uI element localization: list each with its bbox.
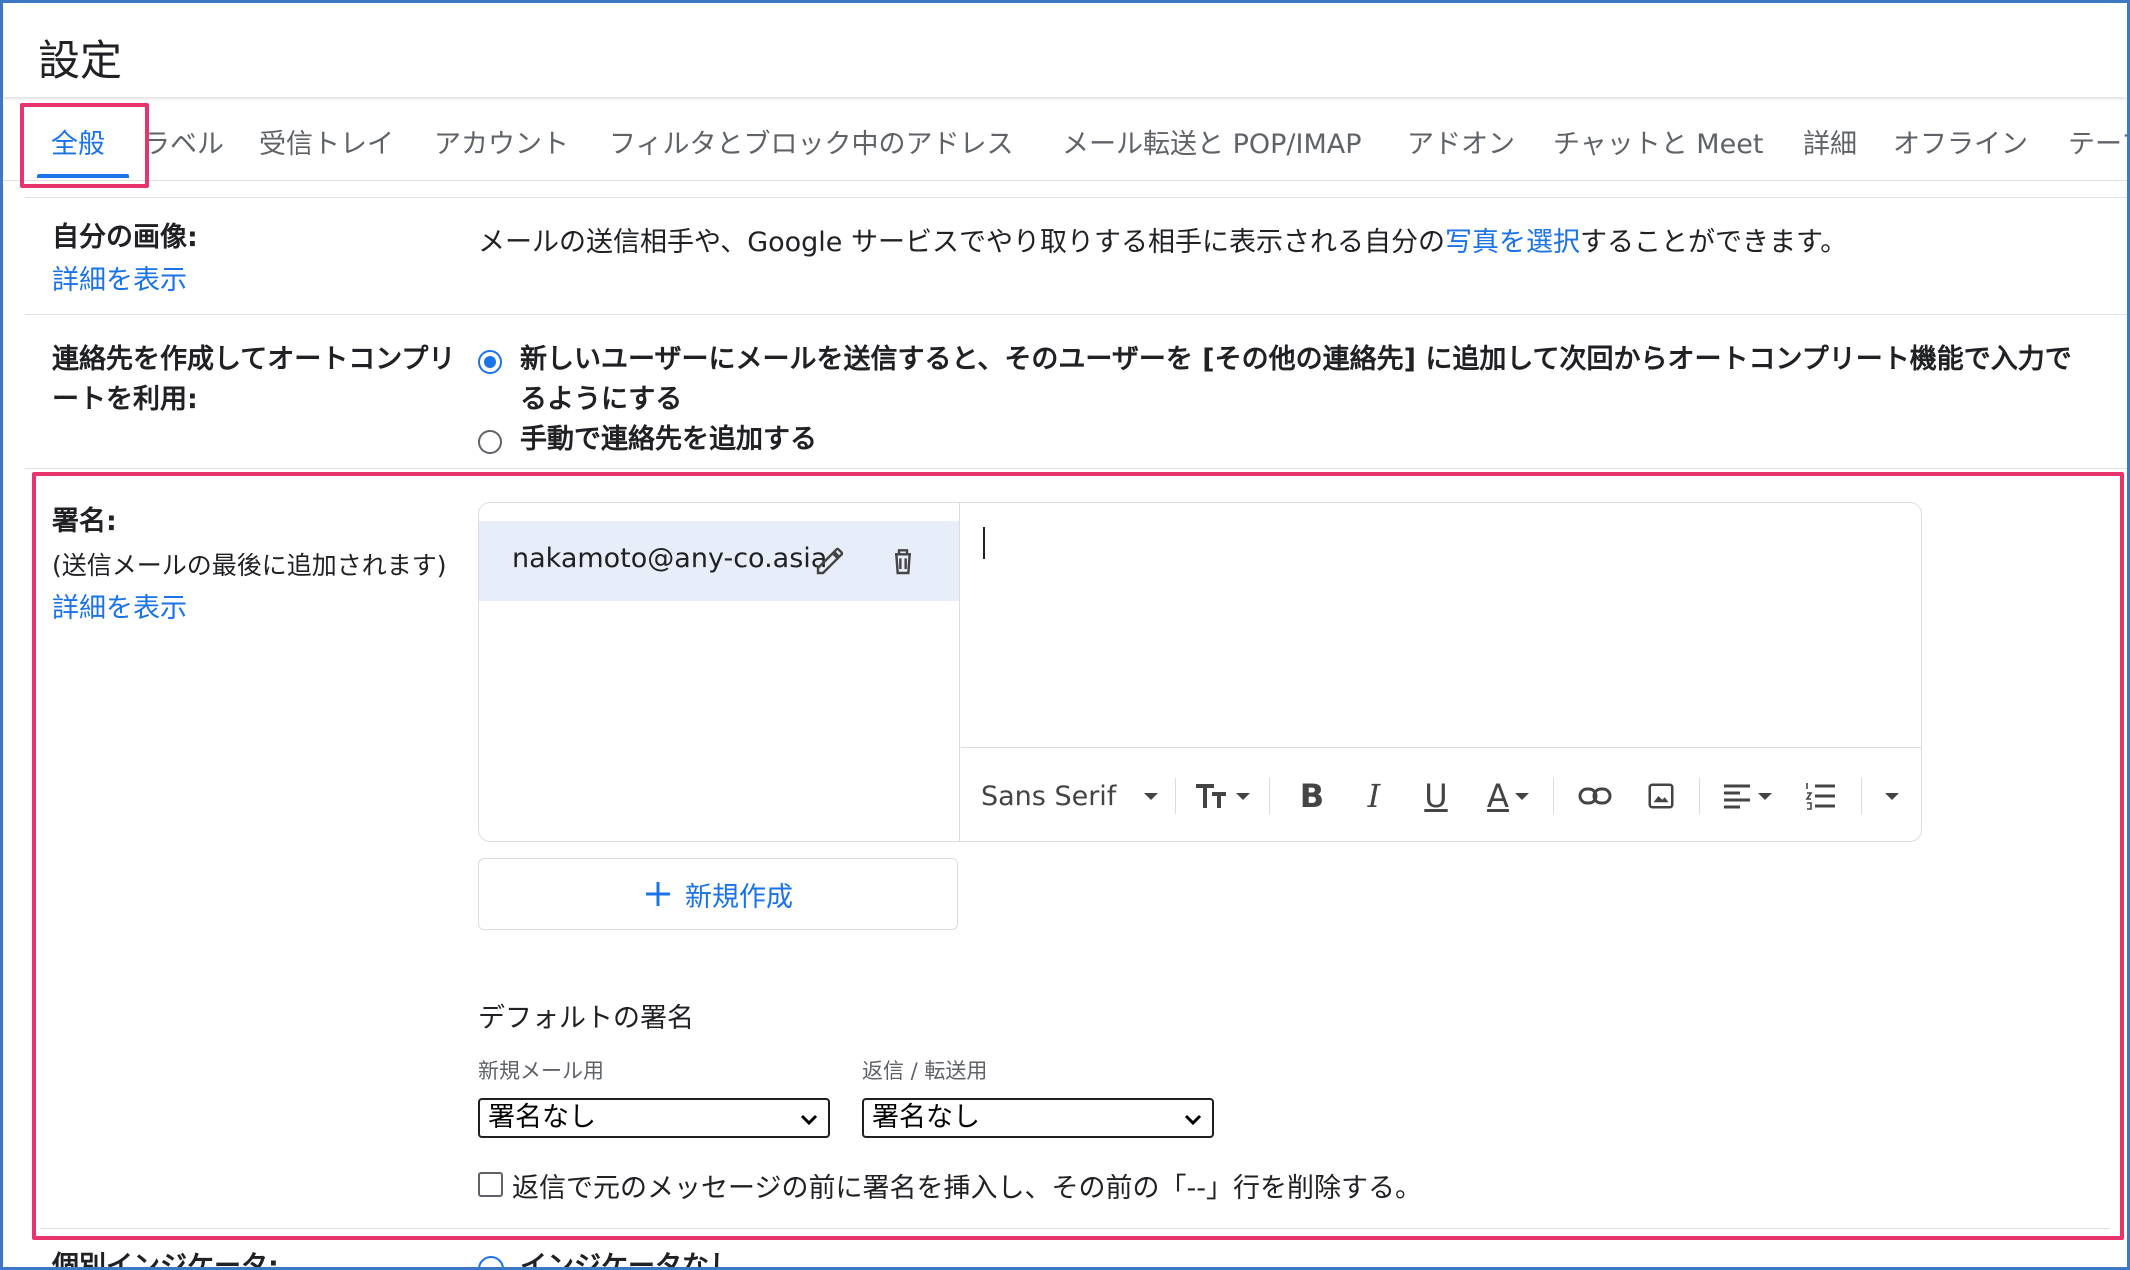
tab-forwarding[interactable]: メール転送と POP/IMAP (1062, 122, 1362, 161)
tab-addons[interactable]: アドオン (1407, 122, 1515, 161)
my-picture-desc-text-after: することができます。 (1579, 227, 1848, 258)
section-divider (25, 468, 2127, 469)
autocomplete-manual-radio[interactable] (478, 430, 502, 454)
my-picture-more-link[interactable]: 詳細を表示 (52, 258, 187, 297)
autocomplete-label-line1: 連絡先を作成してオートコンプリ (52, 344, 456, 375)
tabs-divider (3, 180, 2127, 181)
indicator-label: 個別インジケータ: (52, 1251, 279, 1270)
my-picture-label: 自分の画像: (52, 222, 198, 253)
signature-highlight-box (32, 472, 2124, 1240)
autocomplete-auto-label-line2: るようにする (520, 384, 683, 415)
choose-photo-link[interactable]: 写真を選択 (1445, 227, 1580, 258)
tab-inbox[interactable]: 受信トレイ (259, 122, 394, 161)
settings-tabs: 全般 ラベル 受信トレイ アカウント フィルタとブロック中のアドレス メール転送… (3, 98, 2127, 180)
tab-chat-meet[interactable]: チャットと Meet (1553, 122, 1763, 161)
my-picture-description: メールの送信相手や、Google サービスでやり取りする相手に表示される自分の写… (478, 220, 1847, 259)
autocomplete-label-line2: ートを利用: (52, 384, 198, 415)
tab-accounts[interactable]: アカウント (434, 122, 569, 161)
tab-highlight-box (20, 103, 149, 188)
section-divider (25, 197, 2127, 198)
autocomplete-manual-label: 手動で連絡先を追加する (520, 424, 817, 455)
indicator-none-radio[interactable] (478, 1256, 504, 1270)
page-title: 設定 (38, 36, 123, 85)
autocomplete-auto-radio[interactable] (478, 350, 502, 374)
autocomplete-auto-label-line1: 新しいユーザーにメールを送信すると、そのユーザーを [その他の連絡先] に追加し… (520, 344, 2072, 375)
tab-offline[interactable]: オフライン (1893, 122, 2028, 161)
tab-themes[interactable]: テーマ (2068, 122, 2127, 161)
tab-filters[interactable]: フィルタとブロック中のアドレス (609, 122, 1013, 161)
indicator-none-label: インジケータなし (520, 1251, 736, 1270)
tab-advanced[interactable]: 詳細 (1803, 122, 1857, 161)
section-divider (25, 314, 2127, 315)
settings-header: 設定 (3, 3, 2127, 97)
tab-labels[interactable]: ラベル (143, 122, 224, 161)
my-picture-desc-text: メールの送信相手や、Google サービスでやり取りする相手に表示される自分の (478, 227, 1445, 258)
